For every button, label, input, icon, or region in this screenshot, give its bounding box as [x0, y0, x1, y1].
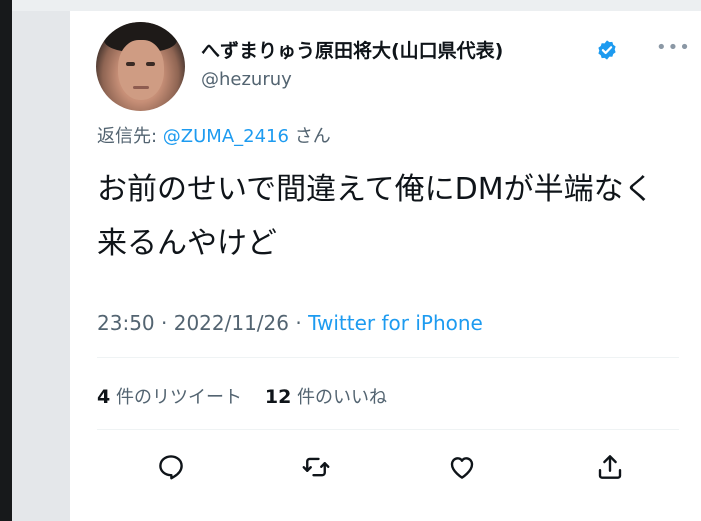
divider	[97, 357, 679, 358]
heart-icon[interactable]	[447, 452, 477, 482]
avatar-eye-left	[126, 62, 135, 66]
user-handle[interactable]: @hezuruy	[201, 69, 292, 90]
reply-icon[interactable]	[156, 452, 186, 482]
tweet-text: お前のせいで間違えて俺にDMが半端なく来るんやけど	[97, 172, 654, 261]
like-stat[interactable]: 12 件のいいね	[264, 386, 388, 408]
avatar[interactable]	[96, 22, 185, 111]
reply-to-line: 返信先: @ZUMA_2416 さん	[97, 122, 331, 148]
retweet-icon[interactable]	[301, 452, 331, 482]
reply-suffix: さん	[288, 126, 331, 147]
like-count: 12	[264, 386, 292, 408]
retweet-stat[interactable]: 4 件のリツイート	[97, 386, 242, 408]
tweet-stats: 4 件のリツイート 12 件のいいね	[97, 383, 387, 409]
left-gutter	[12, 0, 70, 521]
display-name[interactable]: へずまりゅう原田将大(山口県代表)	[201, 36, 503, 63]
avatar-eye-right	[146, 62, 155, 66]
meta-separator: ·	[154, 311, 174, 335]
tweet-date[interactable]: 2022/11/26	[174, 311, 289, 335]
reply-prefix: 返信先:	[97, 126, 163, 147]
tweet-meta: 23:50 · 2022/11/26 · Twitter for iPhone	[97, 311, 483, 335]
retweet-count: 4	[97, 386, 111, 408]
tweet-source-link[interactable]: Twitter for iPhone	[308, 311, 483, 335]
avatar-mouth	[133, 86, 149, 89]
tweet-card: へずまりゅう原田将大(山口県代表) ••• @hezuruy 返信先: @ZUM…	[70, 11, 701, 521]
verified-badge-icon	[598, 40, 616, 60]
meta-separator: ·	[289, 311, 309, 335]
more-dots-icon[interactable]: •••	[656, 37, 691, 58]
like-label: 件のいいね	[297, 387, 388, 408]
divider	[97, 429, 679, 430]
avatar-face	[118, 40, 164, 100]
tweet-time[interactable]: 23:50	[97, 311, 155, 335]
top-bar	[12, 0, 701, 11]
window-edge	[0, 0, 12, 521]
share-icon[interactable]	[595, 452, 625, 482]
reply-mention-link[interactable]: @ZUMA_2416	[163, 126, 289, 147]
retweet-label: 件のリツイート	[115, 387, 242, 408]
